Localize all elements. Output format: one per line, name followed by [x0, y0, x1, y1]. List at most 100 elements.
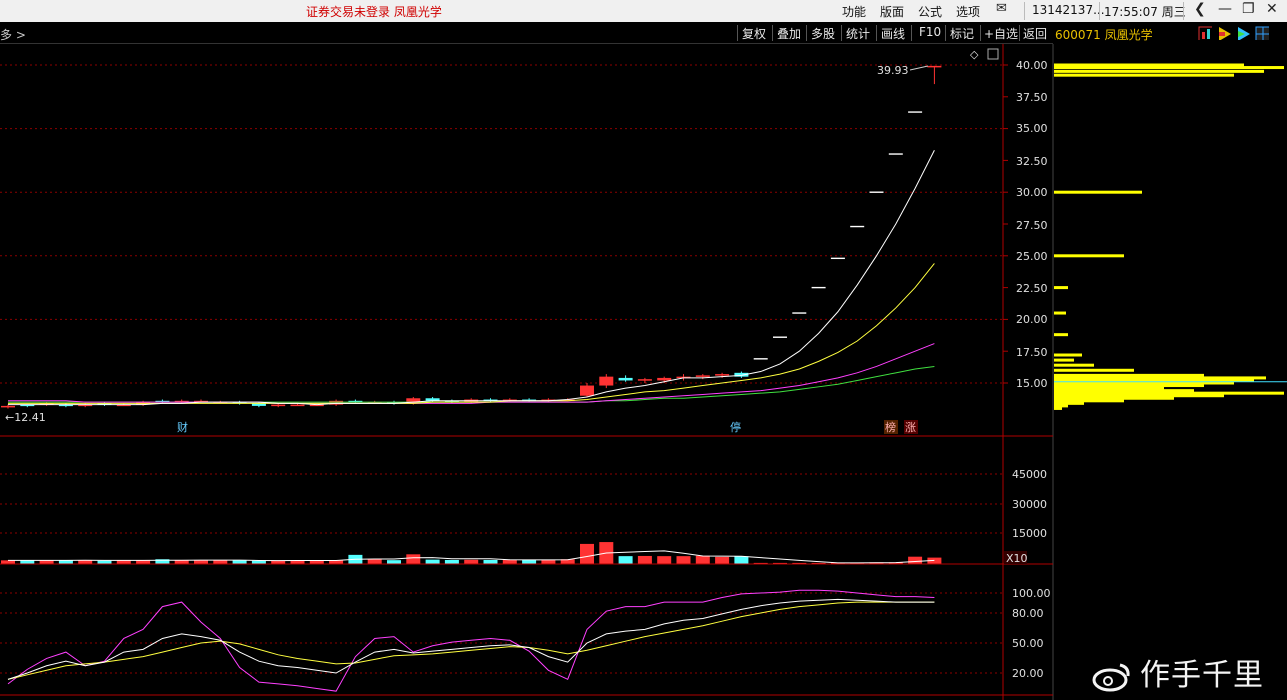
chip-bar: [1054, 190, 1142, 194]
menu-formula[interactable]: 公式: [918, 3, 942, 20]
moving-averages: [8, 149, 935, 406]
price-tick: 25.00: [1016, 250, 1048, 263]
menu-function[interactable]: 功能: [842, 3, 866, 20]
volume-bar: [39, 560, 54, 564]
chart-toolbar: 多 > 复权 叠加 多股 统计 画线 F10 标记 +自选 返回: [0, 23, 1053, 44]
price-tick: 27.50: [1016, 219, 1048, 232]
volume-bar: [174, 560, 189, 564]
volume-bar: [367, 559, 382, 564]
diamond-icon[interactable]: ◇: [970, 48, 979, 61]
ma20-line: [8, 343, 935, 404]
volume-bar: [1, 560, 15, 564]
chip-bar: [1054, 286, 1068, 290]
login-status: 证券交易未登录 凤凰光学: [306, 5, 442, 19]
candle-body: [695, 375, 710, 377]
divider: [911, 25, 912, 41]
candle-body: [1, 405, 15, 408]
volume-bar: [908, 556, 923, 564]
marker-finance: 财: [177, 420, 188, 434]
menu-layout[interactable]: 版面: [880, 3, 904, 20]
overlay-button[interactable]: 叠加: [777, 25, 801, 42]
volume-bar: [580, 543, 594, 564]
chip-bar: [1054, 406, 1062, 410]
candle-body: [290, 404, 305, 407]
candle-body: [271, 404, 286, 407]
kdj-j-line: [7, 589, 935, 692]
period-tab[interactable]: 多 >: [0, 26, 26, 43]
chip-bar: [1054, 69, 1264, 73]
watermark: 作手千里: [1092, 650, 1264, 694]
divider: [806, 25, 807, 41]
close-icon[interactable]: ✕: [1266, 1, 1278, 17]
price-tick: 37.50: [1016, 91, 1048, 104]
chip-bar: [1054, 254, 1124, 258]
divider: [945, 25, 946, 41]
volume-bar: [425, 559, 440, 564]
f10-button[interactable]: F10: [919, 25, 941, 39]
low-price-label: ←12.41: [5, 411, 46, 424]
volume-bar: [657, 556, 672, 564]
back-icon[interactable]: ❮: [1194, 1, 1206, 17]
volume-bar: [715, 556, 730, 564]
grid-icon[interactable]: [1255, 26, 1269, 40]
divider: [980, 25, 981, 41]
high-price-label: 39.93: [877, 64, 909, 77]
volume-tick: 45000: [1012, 468, 1047, 481]
candle-body: [618, 377, 633, 381]
ma10-line: [8, 263, 935, 404]
play-icon[interactable]: [1217, 26, 1231, 40]
candle-body: [637, 379, 652, 381]
volume-bar: [637, 555, 652, 564]
volume-tick: 30000: [1012, 498, 1047, 511]
chip-panel-header: 600071 凤凰光学: [1053, 23, 1287, 43]
volume-unit: X10: [1006, 552, 1028, 565]
volume-bar: [464, 559, 479, 564]
stock-code-name: 600071 凤凰光学: [1055, 28, 1153, 42]
price-tick: 20.00: [1016, 313, 1048, 326]
divider: [1024, 2, 1025, 20]
chip-bar: [1054, 368, 1134, 372]
volume-bars: [1, 542, 942, 564]
price-tick: 40.00: [1016, 59, 1048, 72]
candle-body: [657, 377, 672, 381]
volume-bar: [213, 560, 228, 564]
stock-chart: 40.00 37.50 35.00 32.50 30.00 27.50 25.0…: [0, 44, 1287, 700]
kdj-tick: 50.00: [1012, 637, 1044, 650]
mail-icon[interactable]: ✉: [996, 1, 1007, 16]
candle-body: [580, 385, 594, 396]
chart-icon[interactable]: [1198, 26, 1212, 40]
add-favorite-button[interactable]: +自选: [984, 25, 1018, 42]
price-tick: 32.50: [1016, 155, 1048, 168]
return-button[interactable]: 返回: [1023, 25, 1047, 42]
volume-bar: [522, 559, 537, 564]
volume-bar: [387, 560, 401, 564]
price-tick: 30.00: [1016, 186, 1048, 199]
price-tick: 22.50: [1016, 282, 1048, 295]
volume-bar: [444, 559, 459, 564]
statistics-button[interactable]: 统计: [846, 25, 870, 42]
arrow-icon[interactable]: [1236, 26, 1250, 40]
draw-line-button[interactable]: 画线: [881, 25, 905, 42]
volume-tick: 15000: [1012, 527, 1047, 540]
volume-bar: [20, 560, 35, 564]
volume-bar: [676, 556, 691, 564]
ma30-line: [8, 365, 935, 403]
multi-stock-button[interactable]: 多股: [811, 25, 835, 42]
title-bar: 证券交易未登录 凤凰光学 功能 版面 公式 选项 ✉ 13142137... 1…: [0, 0, 1287, 22]
window-icon[interactable]: [987, 48, 999, 60]
minimize-icon[interactable]: —: [1218, 1, 1232, 17]
volume-bar: [58, 560, 73, 564]
divider: [772, 25, 773, 41]
watermark-text: 作手千里: [1140, 658, 1264, 693]
mark-button[interactable]: 标记: [950, 25, 974, 42]
menu-options[interactable]: 选项: [956, 3, 980, 20]
chip-bar: [1054, 358, 1074, 362]
restore-rights-button[interactable]: 复权: [742, 25, 766, 42]
kdj-tick: 80.00: [1012, 607, 1044, 620]
marker-suspend: 停: [730, 420, 741, 434]
restore-icon[interactable]: ❐: [1242, 1, 1255, 17]
clock: 17:55:07 周三: [1104, 5, 1186, 19]
chip-bar: [1054, 333, 1068, 337]
chip-bar: [1054, 363, 1094, 367]
grid-lines: [0, 64, 1008, 674]
